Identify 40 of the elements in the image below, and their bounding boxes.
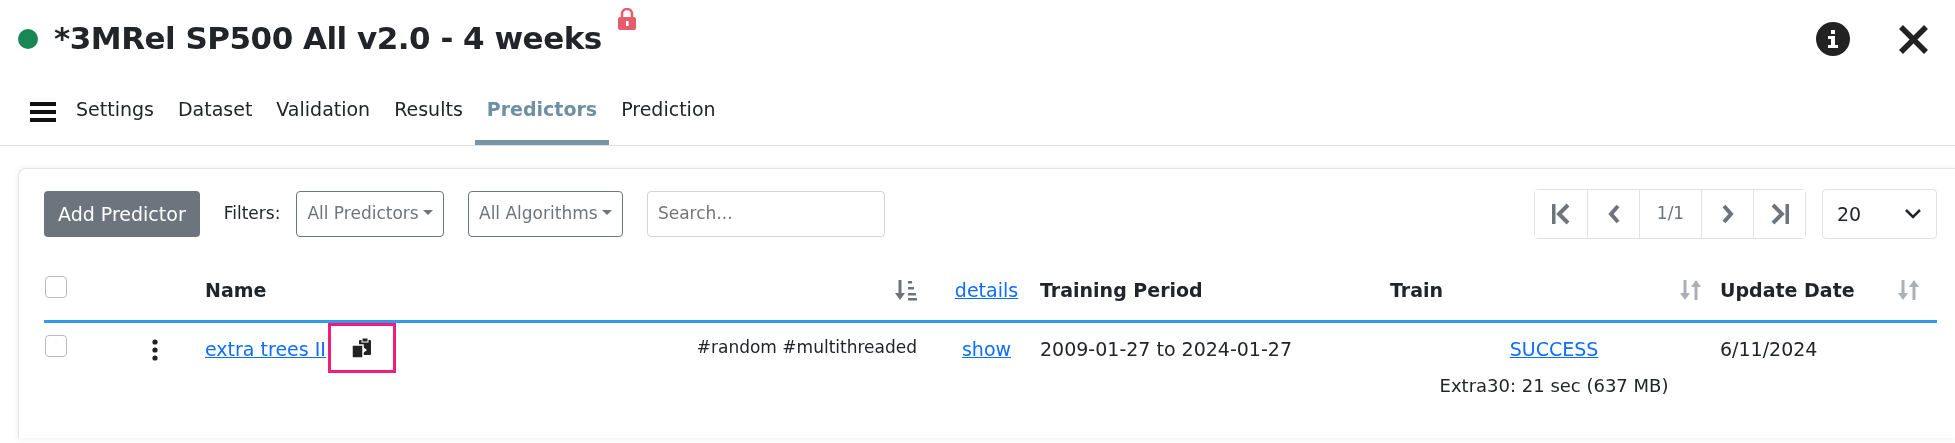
details-link[interactable]: details: [954, 279, 1019, 301]
page-size-select[interactable]: 20: [1822, 189, 1937, 239]
nav-tab[interactable]: Dataset: [165, 78, 265, 145]
column-header: Name: [205, 278, 267, 303]
row-checkbox[interactable]: [45, 334, 67, 357]
close-icon[interactable]: [1898, 23, 1929, 55]
sort-icon[interactable]: [895, 279, 917, 302]
filter-dropdown[interactable]: All Predictors: [296, 191, 444, 237]
copy-icon: [350, 336, 373, 359]
predictor-tags: #random #multithreaded: [696, 334, 917, 360]
last-page-icon: [1769, 203, 1790, 225]
predictor-link[interactable]: extra trees II: [205, 334, 326, 363]
chevron-down-icon: [1904, 208, 1922, 220]
train-status-link[interactable]: SUCCESS: [1509, 337, 1599, 360]
column-header: Update Date: [1720, 278, 1855, 303]
filter-dropdown[interactable]: All Algorithms: [468, 191, 623, 237]
last-page-button[interactable]: [1753, 190, 1805, 238]
nav-tab[interactable]: Prediction: [609, 78, 728, 145]
previous-page-icon: [1607, 204, 1620, 224]
search-field[interactable]: Search...: [646, 191, 885, 237]
nav-tab[interactable]: Validation: [264, 78, 383, 145]
select-all-checkbox[interactable]: [45, 275, 67, 298]
column-header: Train: [1390, 278, 1444, 303]
first-page-icon: [1551, 203, 1571, 225]
nav-tab[interactable]: Settings: [64, 78, 166, 145]
kebab-menu-icon[interactable]: [152, 339, 158, 361]
nav-tab[interactable]: Results: [382, 78, 475, 145]
info-icon[interactable]: [1816, 22, 1850, 56]
training-period: 2009-01-27 to 2024-01-27: [1040, 337, 1292, 360]
train-info: Extra30: 21 sec (637 MB): [1439, 375, 1669, 396]
add-predictor-button[interactable]: Add Predictor: [44, 190, 200, 238]
menu-icon[interactable]: [30, 100, 56, 123]
filters-label: Filters:: [223, 202, 281, 226]
copy-button[interactable]: [327, 322, 396, 373]
page-title: *3MRel SP500 All v2.0 - 4 weeks: [54, 20, 602, 58]
next-page-icon: [1721, 204, 1734, 224]
nav-tab[interactable]: Predictors: [474, 78, 610, 145]
update-date: 6/11/2024: [1720, 337, 1818, 360]
show-link[interactable]: show: [961, 337, 1012, 360]
column-header: Training Period: [1040, 278, 1203, 303]
